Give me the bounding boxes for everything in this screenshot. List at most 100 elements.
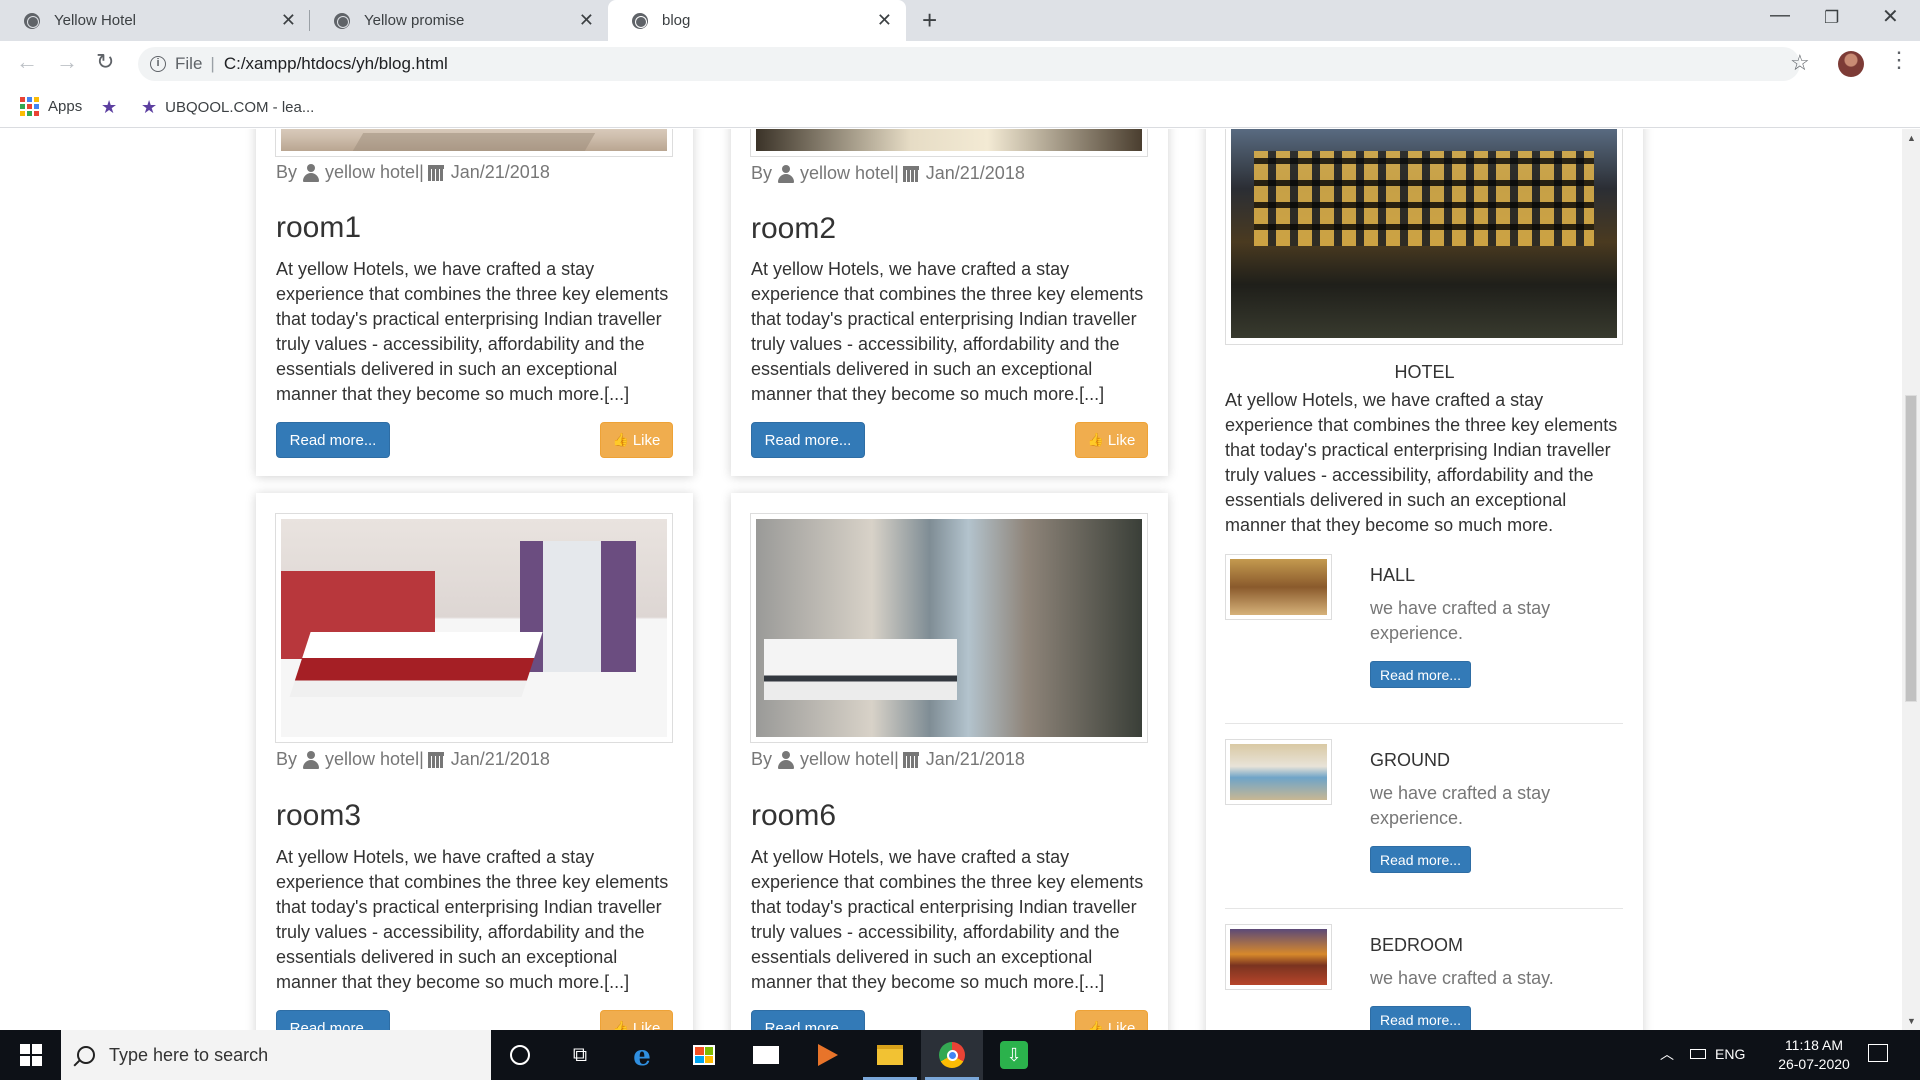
calendar-icon	[902, 751, 919, 768]
page-scrollbar[interactable]: ▲ ▼	[1902, 129, 1920, 1030]
bookmark-ubqool[interactable]: ★ UBQOOL.COM - lea...	[141, 97, 314, 118]
minimize-icon[interactable]: —	[1770, 4, 1790, 27]
scroll-down-arrow-icon[interactable]: ▼	[1907, 1016, 1916, 1026]
browser-toolbar: ← → ↻ i File | C:/xampp/htdocs/yh/blog.h…	[0, 41, 1920, 87]
by-label: By	[751, 749, 773, 769]
bookmark-apps[interactable]: Apps	[20, 97, 82, 116]
forward-arrow-icon[interactable]: →	[56, 49, 78, 75]
start-button[interactable]	[0, 1030, 61, 1080]
scrollbar-thumb[interactable]	[1905, 395, 1917, 702]
like-label: Like	[1107, 431, 1136, 449]
thumbs-up-icon: 👍	[1087, 1020, 1104, 1030]
sidebar-item-hall: HALL we have crafted a stay experience. …	[1225, 554, 1623, 724]
sidebar-thumb[interactable]	[1225, 924, 1332, 990]
post-author: yellow hotel|	[800, 749, 899, 769]
input-language[interactable]: ENG	[1715, 1046, 1745, 1062]
like-button[interactable]: 👍 Like	[1075, 422, 1148, 458]
sidebar-item-text: we have crafted a stay experience.	[1370, 598, 1551, 643]
like-label: Like	[632, 431, 661, 449]
post-card-room1: By yellow hotel| Jan/21/2018 room1 At ye…	[256, 129, 693, 476]
calendar-icon	[427, 751, 444, 768]
sidebar-item-ground: GROUND we have crafted a stay experience…	[1225, 739, 1623, 909]
room-photo	[756, 129, 1142, 151]
tab-yellow-promise[interactable]: Yellow promise ✕	[310, 0, 608, 41]
info-icon[interactable]: i	[150, 56, 166, 72]
read-more-button[interactable]: Read more...	[751, 422, 865, 458]
post-author: yellow hotel|	[325, 749, 424, 769]
media-player-icon[interactable]	[797, 1030, 859, 1080]
read-more-button[interactable]: Read more...	[276, 422, 390, 458]
clock-time: 11:18 AM	[1784, 1037, 1844, 1053]
post-meta: By yellow hotel| Jan/21/2018	[751, 163, 1025, 184]
edge-icon[interactable]: e	[611, 1030, 673, 1080]
sidebar-item-text: we have crafted a stay.	[1370, 968, 1554, 988]
bookmark-label: UBQOOL.COM - lea...	[165, 99, 315, 116]
notification-center-icon[interactable]	[1868, 1044, 1888, 1062]
post-image[interactable]	[750, 129, 1148, 157]
like-button[interactable]: 👍 Like	[600, 1010, 673, 1030]
reload-icon[interactable]: ↻	[96, 49, 114, 75]
show-hidden-icons-icon[interactable]: ︿	[1660, 1044, 1674, 1064]
battery-icon[interactable]	[1690, 1049, 1706, 1059]
post-image[interactable]	[275, 513, 673, 743]
tab-yellow-hotel[interactable]: Yellow Hotel ✕	[0, 0, 310, 41]
read-more-button[interactable]: Read more...	[1370, 1006, 1471, 1030]
chrome-icon[interactable]	[921, 1030, 983, 1080]
tab-title: blog	[662, 12, 691, 29]
windows-logo-icon	[19, 1044, 42, 1066]
file-explorer-icon[interactable]	[859, 1030, 921, 1080]
close-tab-icon[interactable]: ✕	[579, 10, 594, 31]
bookmark-star-icon[interactable]: ☆	[1790, 50, 1810, 76]
hall-photo	[1230, 559, 1327, 615]
store-icon[interactable]	[673, 1030, 735, 1080]
download-app-icon[interactable]: ⇩	[983, 1030, 1045, 1080]
post-title: room3	[276, 799, 362, 832]
post-date: Jan/21/2018	[925, 163, 1025, 183]
tab-title: Yellow promise	[364, 12, 465, 29]
post-author: yellow hotel|	[325, 162, 424, 182]
system-clock[interactable]: 11:18 AM 26-07-2020	[1758, 1036, 1870, 1074]
user-icon	[303, 163, 320, 182]
post-image[interactable]	[750, 513, 1148, 743]
read-more-button[interactable]: Read more...	[276, 1010, 390, 1030]
tab-blog[interactable]: blog ✕	[608, 0, 906, 41]
task-view-icon[interactable]: ⧉	[549, 1030, 611, 1080]
user-icon	[778, 750, 795, 769]
scroll-up-arrow-icon[interactable]: ▲	[1907, 133, 1916, 143]
read-more-button[interactable]: Read more...	[1370, 661, 1471, 688]
taskbar-search[interactable]: Type here to search	[61, 1030, 491, 1080]
purple-star-icon: ★	[141, 97, 158, 117]
hotel-image[interactable]	[1225, 129, 1623, 345]
sidebar-thumb[interactable]	[1225, 739, 1332, 805]
bookmark-starred[interactable]: ★	[101, 97, 125, 118]
mail-icon[interactable]	[735, 1030, 797, 1080]
like-button[interactable]: 👍 Like	[600, 422, 673, 458]
sidebar-item-title: GROUND	[1370, 750, 1450, 770]
like-button[interactable]: 👍 Like	[1075, 1010, 1148, 1030]
post-excerpt: At yellow Hotels, we have crafted a stay…	[276, 259, 669, 404]
sidebar-item-title: BEDROOM	[1370, 935, 1464, 955]
close-window-icon[interactable]: ✕	[1882, 4, 1899, 29]
close-tab-icon[interactable]: ✕	[877, 10, 892, 31]
close-tab-icon[interactable]: ✕	[281, 10, 296, 31]
apps-grid-icon	[20, 97, 39, 116]
post-image[interactable]	[275, 129, 673, 157]
search-placeholder: Type here to search	[109, 1044, 269, 1065]
thumbs-up-icon: 👍	[612, 432, 629, 447]
hotel-photo	[1231, 129, 1617, 338]
read-more-button[interactable]: Read more...	[751, 1010, 865, 1030]
post-date: Jan/21/2018	[450, 162, 550, 182]
post-meta: By yellow hotel| Jan/21/2018	[276, 749, 550, 770]
read-more-button[interactable]: Read more...	[1370, 846, 1471, 873]
address-url: C:/xampp/htdocs/yh/blog.html	[223, 54, 448, 73]
like-label: Like	[632, 1019, 661, 1031]
restore-icon[interactable]: ❐	[1824, 8, 1839, 28]
sidebar-thumb[interactable]	[1225, 554, 1332, 620]
profile-avatar[interactable]	[1838, 51, 1864, 77]
cortana-icon[interactable]	[489, 1030, 551, 1080]
post-meta: By yellow hotel| Jan/21/2018	[751, 749, 1025, 770]
back-arrow-icon[interactable]: ←	[16, 49, 38, 75]
address-bar[interactable]: i File | C:/xampp/htdocs/yh/blog.html	[138, 47, 1800, 81]
new-tab-button[interactable]: +	[922, 6, 937, 34]
browser-menu-icon[interactable]: ⋮	[1888, 49, 1910, 71]
